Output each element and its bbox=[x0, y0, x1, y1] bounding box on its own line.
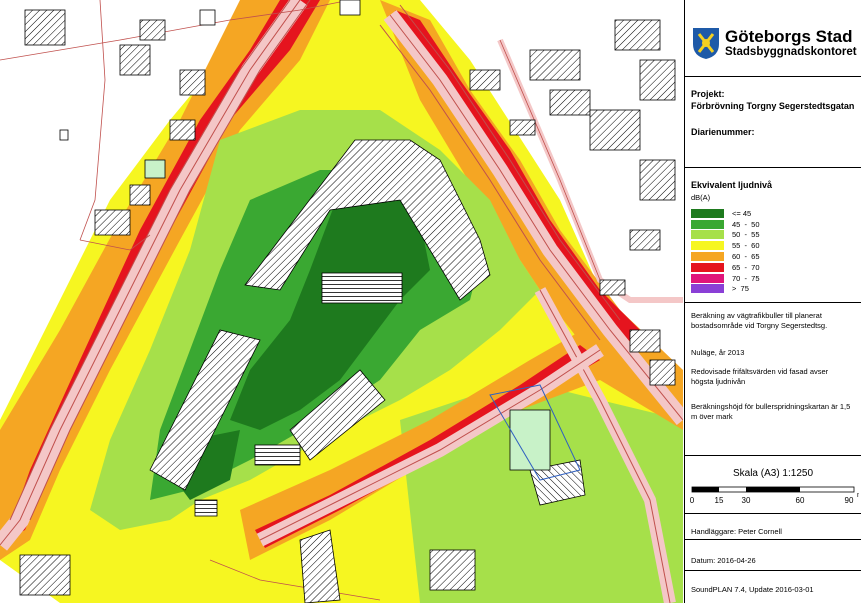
scale-tick-30: 30 bbox=[742, 496, 751, 505]
building-ne-5 bbox=[639, 59, 676, 101]
building-nw-8 bbox=[144, 159, 166, 179]
building-ne-9 bbox=[509, 119, 536, 136]
scale-bar: 0 15 30 60 90 m bbox=[690, 486, 859, 505]
building-nw-10 bbox=[199, 9, 216, 26]
building-sw-1 bbox=[19, 554, 71, 596]
org-name: Göteborgs Stad bbox=[725, 26, 853, 46]
info-panel: Göteborgs Stad Stadsbyggnadskontoret Pro… bbox=[684, 0, 865, 603]
legend-title: Ekvivalent ljudnivå bbox=[691, 180, 773, 190]
legend-swatch bbox=[691, 252, 724, 262]
building-nw-4 bbox=[179, 69, 206, 96]
scale-tick-0: 0 bbox=[690, 496, 695, 505]
software: SoundPLAN 7.4, Update 2016-03-01 bbox=[691, 585, 814, 594]
scale-unit: m bbox=[857, 492, 859, 499]
legend-item: > 75 bbox=[685, 284, 760, 295]
legend-item: 50 - 55 bbox=[685, 230, 760, 241]
legend-label: 45 - 50 bbox=[732, 219, 760, 229]
building-ne-4 bbox=[614, 19, 661, 51]
legend-label: > 75 bbox=[732, 284, 749, 294]
building-south-1 bbox=[254, 444, 301, 466]
scale-tick-90: 90 bbox=[845, 496, 854, 505]
building-nw-6 bbox=[129, 184, 151, 206]
legend-label: 55 - 60 bbox=[732, 241, 760, 251]
legend-label: 60 - 65 bbox=[732, 252, 760, 262]
description-p1: Beräkning av vägtrafikbuller till planer… bbox=[691, 311, 828, 330]
legend-swatch bbox=[691, 219, 724, 229]
building-ne-6 bbox=[639, 159, 676, 201]
org-department: Stadsbyggnadskontoret bbox=[725, 45, 857, 58]
legend-item: <= 45 bbox=[685, 208, 760, 219]
legend-item: 70 - 75 bbox=[685, 273, 760, 284]
legend-label: <= 45 bbox=[732, 208, 752, 218]
project-label: Projekt: bbox=[691, 89, 725, 99]
building-nw-7 bbox=[169, 119, 196, 141]
legend-item: 45 - 50 bbox=[685, 219, 760, 230]
project-section: Projekt: Förbrövning Torgny Segerstedtsg… bbox=[685, 77, 861, 168]
building-ne-7 bbox=[629, 229, 661, 251]
building-ne-2 bbox=[549, 89, 591, 116]
description: Beräkning av vägtrafikbuller till planer… bbox=[685, 303, 861, 456]
scale-section: Skala (A3) 1:1250 0 15 30 60 90 m bbox=[685, 456, 861, 514]
building-nw-2 bbox=[119, 44, 151, 76]
building-nw-5 bbox=[94, 209, 131, 236]
building-ne-1 bbox=[529, 49, 581, 81]
date-row: Datum: 2016-04-26 bbox=[685, 540, 861, 571]
scale-title: Skala (A3) 1:1250 bbox=[732, 468, 814, 479]
noise-map bbox=[0, 0, 683, 603]
handler-row: Handläggare: Peter Cornell bbox=[685, 514, 861, 540]
building-ne-3 bbox=[589, 109, 641, 151]
legend-swatch bbox=[691, 241, 724, 251]
legend-swatch bbox=[691, 262, 724, 272]
building-ne-12 bbox=[599, 279, 626, 296]
building-ne-11 bbox=[649, 359, 676, 386]
building-ne-8 bbox=[469, 69, 501, 91]
project-name: Förbrövning Torgny Segerstedtsgatan bbox=[691, 101, 855, 111]
scale-tick-60: 60 bbox=[796, 496, 805, 505]
building-nw-9 bbox=[59, 129, 69, 141]
legend-item: 60 - 65 bbox=[685, 251, 760, 262]
building-s-1 bbox=[429, 549, 476, 591]
org-header: Göteborgs Stad Stadsbyggnadskontoret bbox=[685, 0, 861, 77]
description-p4: Beräkningshöjd för bullerspridningskarta… bbox=[691, 402, 851, 421]
description-p2: Nuläge, år 2013 bbox=[691, 348, 745, 357]
building-south-2 bbox=[194, 499, 218, 517]
legend-swatch bbox=[691, 208, 724, 218]
legend-item: 55 - 60 bbox=[685, 240, 760, 251]
diary-label: Diarienummer: bbox=[691, 127, 755, 137]
building-center bbox=[321, 272, 403, 304]
city-crest-icon bbox=[693, 28, 719, 59]
date: Datum: 2016-04-26 bbox=[691, 556, 756, 565]
legend: Ekvivalent ljudnivå dB(A) <= 45 45 - 50 50… bbox=[685, 168, 861, 303]
legend-swatch bbox=[691, 230, 724, 240]
legend-label: 65 - 70 bbox=[732, 262, 760, 272]
building-nw-3 bbox=[139, 19, 166, 41]
building-ne-10 bbox=[629, 329, 661, 353]
legend-unit: dB(A) bbox=[691, 193, 711, 202]
handler: Handläggare: Peter Cornell bbox=[691, 527, 782, 536]
description-p3: Redovisade frifältsvärden vid fasad avse… bbox=[691, 367, 829, 386]
legend-item: 65 - 70 bbox=[685, 262, 760, 273]
legend-label: 70 - 75 bbox=[732, 273, 760, 283]
building-nw-1 bbox=[24, 9, 66, 46]
legend-swatch bbox=[691, 273, 724, 283]
legend-list: <= 45 45 - 50 50 - 55 55 - 60 60 - 65 65 - 70… bbox=[685, 208, 760, 294]
scale-tick-15: 15 bbox=[715, 496, 724, 505]
software-row: SoundPLAN 7.4, Update 2016-03-01 bbox=[685, 571, 861, 602]
building-nw-11 bbox=[339, 0, 361, 16]
legend-label: 50 - 55 bbox=[732, 230, 760, 240]
legend-swatch bbox=[691, 284, 724, 294]
